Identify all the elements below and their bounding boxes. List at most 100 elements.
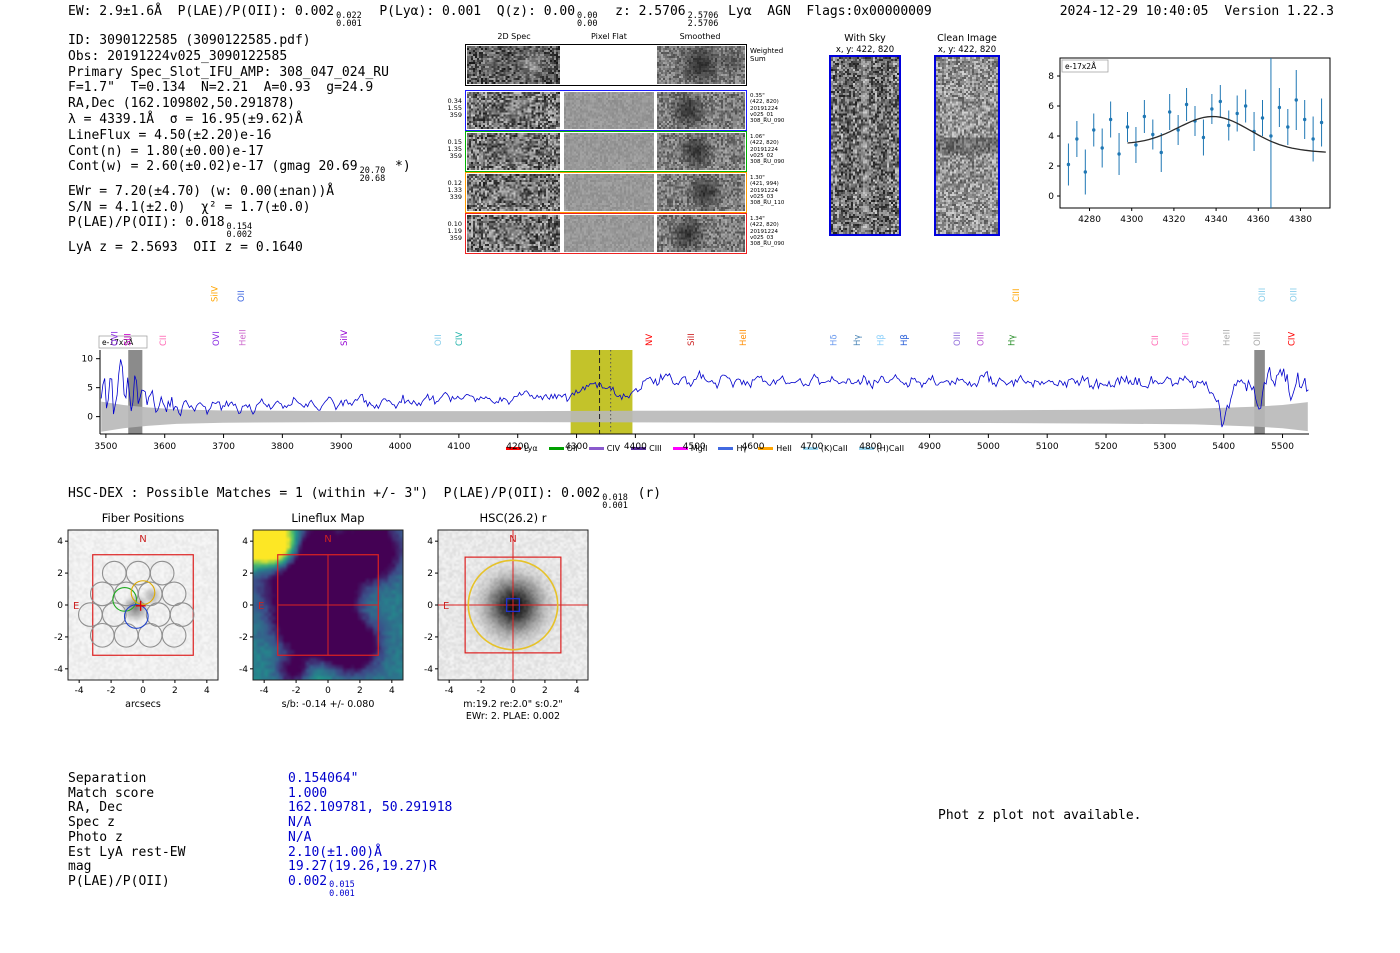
info-line: EWr = 7.20(±4.70) (w: 0.00(±nan))Å [68, 184, 411, 200]
fiber-row-left-label: 0.15 1.35 359 [438, 138, 462, 161]
match-value-text: N/A [288, 829, 312, 845]
match-value: N/A [288, 815, 311, 830]
report-date: 2024-12-29 10:40:05 [1059, 4, 1209, 19]
elixer-report-page: EW: 2.9±1.6Å P(LAE)/P(OII): 0.002 0.022 0.… [0, 0, 1400, 953]
text-segment: Cont(w) = 2.60(±0.02)e-17 (gmag 20.69 [68, 159, 358, 175]
catalog-match-table: Separation 0.154064" Match score 1.000 RA, D… [68, 771, 452, 898]
x-tick-label: 5300 [1153, 442, 1176, 452]
match-value-text: 1.000 [288, 785, 328, 801]
sup-sub-value: 20.70 20.68 [360, 167, 386, 184]
y-tick-label: 0 [57, 601, 63, 611]
data-point [1151, 132, 1155, 137]
data-point [1184, 102, 1189, 107]
weighted-2dspec-image [467, 46, 560, 84]
x-tick-label: 2 [172, 686, 178, 696]
match-label: Match score [68, 785, 155, 801]
sub-value: 0.001 [336, 19, 362, 29]
y-tick-label: 0 [427, 601, 433, 611]
match-row: RA, Dec 162.109781, 50.291918 [68, 801, 452, 816]
spec2d-col-title: Smoothed [679, 32, 721, 41]
cutout-title: Fiber Positions [102, 511, 185, 525]
x-tick-label: 2 [542, 686, 548, 696]
emission-line-label: SiIV [340, 330, 350, 346]
info-line: Obs: 20191224v025_3090122585 [68, 49, 411, 65]
text-segment: HSC-DEX : Possible Matches = 1 (within +… [68, 486, 601, 501]
emission-line-label: CIII [1012, 289, 1022, 302]
x-tick-label: -2 [477, 686, 486, 696]
sub-value: 0.00 [577, 19, 598, 29]
sup-sub-value: 0.00 0.00 [577, 11, 598, 29]
data-point [1269, 134, 1273, 138]
x-tick-label: 4320 [1162, 215, 1185, 225]
info-line: Primary Spec_Slot_IFU_AMP: 308_047_024_R… [68, 65, 411, 81]
data-point [1159, 150, 1163, 155]
data-point [1294, 98, 1298, 102]
match-value-text: 0.154064" [288, 771, 359, 786]
fiber-weight-value: 359 [449, 234, 462, 243]
emission-line-label: OVI [212, 331, 222, 346]
text-segment: λ = 4339.1Å σ = 16.95(±9.62)Å [68, 111, 303, 127]
emission-line-label: OIII [1290, 288, 1300, 302]
sup-sub-value: 0.018 0.001 [602, 493, 628, 511]
y-tick-label: 6 [1048, 102, 1054, 112]
north-label: N [509, 534, 516, 545]
emission-line-label: HeII [739, 329, 749, 346]
x-tick-label: 5500 [1271, 442, 1294, 452]
text-segment: LineFlux = 4.50(±2.20)e-16 [68, 127, 272, 143]
fiber-smoothed-image [657, 215, 745, 252]
emission-line-label: Hγ [1007, 335, 1017, 346]
fiber-smoothed-image [657, 92, 745, 129]
info-line: F=1.7" T=0.134 N=2.21 A=0.93 g=24.9 [68, 80, 411, 96]
data-point [1218, 99, 1223, 104]
text-segment: P(LAE)/P(OII): 0.018 [68, 215, 225, 231]
info-line: RA,Dec (162.109802,50.291878) [68, 96, 411, 112]
emission-line-label: OII [434, 334, 444, 346]
report-version: Version 1.22.3 [1224, 4, 1334, 19]
data-point [1100, 146, 1104, 150]
data-point [1083, 170, 1088, 174]
sup-sub-value: 0.022 0.001 [336, 11, 362, 29]
fiber-circle [101, 602, 127, 627]
x-tick-label: 5400 [1212, 442, 1235, 452]
photz-note: Phot z plot not available. [938, 808, 1142, 823]
x-tick-label: 4 [574, 686, 580, 696]
match-label: Est LyA rest-EW [68, 844, 186, 860]
emission-line-label: CIV [455, 332, 465, 346]
y-tick-label: -4 [424, 665, 433, 675]
fiber-circle [149, 560, 175, 586]
data-point [1092, 128, 1096, 132]
fiber-circle [101, 560, 127, 586]
match-value-text: 162.109781, 50.291918 [288, 800, 453, 816]
y-tick-label: -2 [424, 633, 433, 643]
data-point [1142, 114, 1147, 119]
x-tick-label: 4 [389, 686, 395, 696]
x-tick-label: 4900 [918, 442, 941, 452]
match-value: 162.109781, 50.291918 [288, 800, 453, 816]
east-label: E [73, 601, 79, 612]
text-segment: EW: 2.9±1.6Å P(LAE)/P(OII): 0.002 [68, 4, 335, 19]
units-label: e-17x2Å [1065, 62, 1097, 71]
fiber-row-right-label: 1.06" (422, 820) 20191224 v025_02 308_RU_090 [750, 134, 810, 165]
text-segment: Lyα AGN Flags:0x00000009 [720, 4, 932, 19]
data-point [1277, 105, 1282, 110]
match-value: 0.002 0.015 0.001 [288, 874, 357, 898]
emission-line-label: OIII [977, 332, 987, 346]
x-tick-label: 4280 [1078, 215, 1101, 225]
cutout-xlabel: s/b: -0.14 +/- 0.080 [282, 699, 375, 710]
fiber-meta-line: 308_RU_090 [750, 159, 785, 166]
y-tick-label: 2 [1048, 162, 1054, 172]
match-label: Photo z [68, 829, 123, 845]
x-tick-label: 5200 [1095, 442, 1118, 452]
x-tick-label: -4 [75, 686, 84, 696]
x-tick-label: 0 [325, 686, 331, 696]
match-row: Separation 0.154064" [68, 771, 452, 787]
x-tick-label: 4100 [447, 442, 470, 452]
data-point [1066, 162, 1071, 167]
text-segment: ID: 3090122585 (3090122585.pdf) [68, 33, 311, 48]
text-segment: Primary Spec_Slot_IFU_AMP: 308_047_024_R… [68, 64, 389, 80]
fiber-circle [169, 602, 195, 627]
y-tick-label: 4 [1048, 132, 1054, 142]
fiber-pixelflat-image [564, 133, 654, 170]
match-value-text: 2.10(±1.00)Å [288, 844, 382, 860]
x-tick-label: 4400 [624, 442, 647, 452]
